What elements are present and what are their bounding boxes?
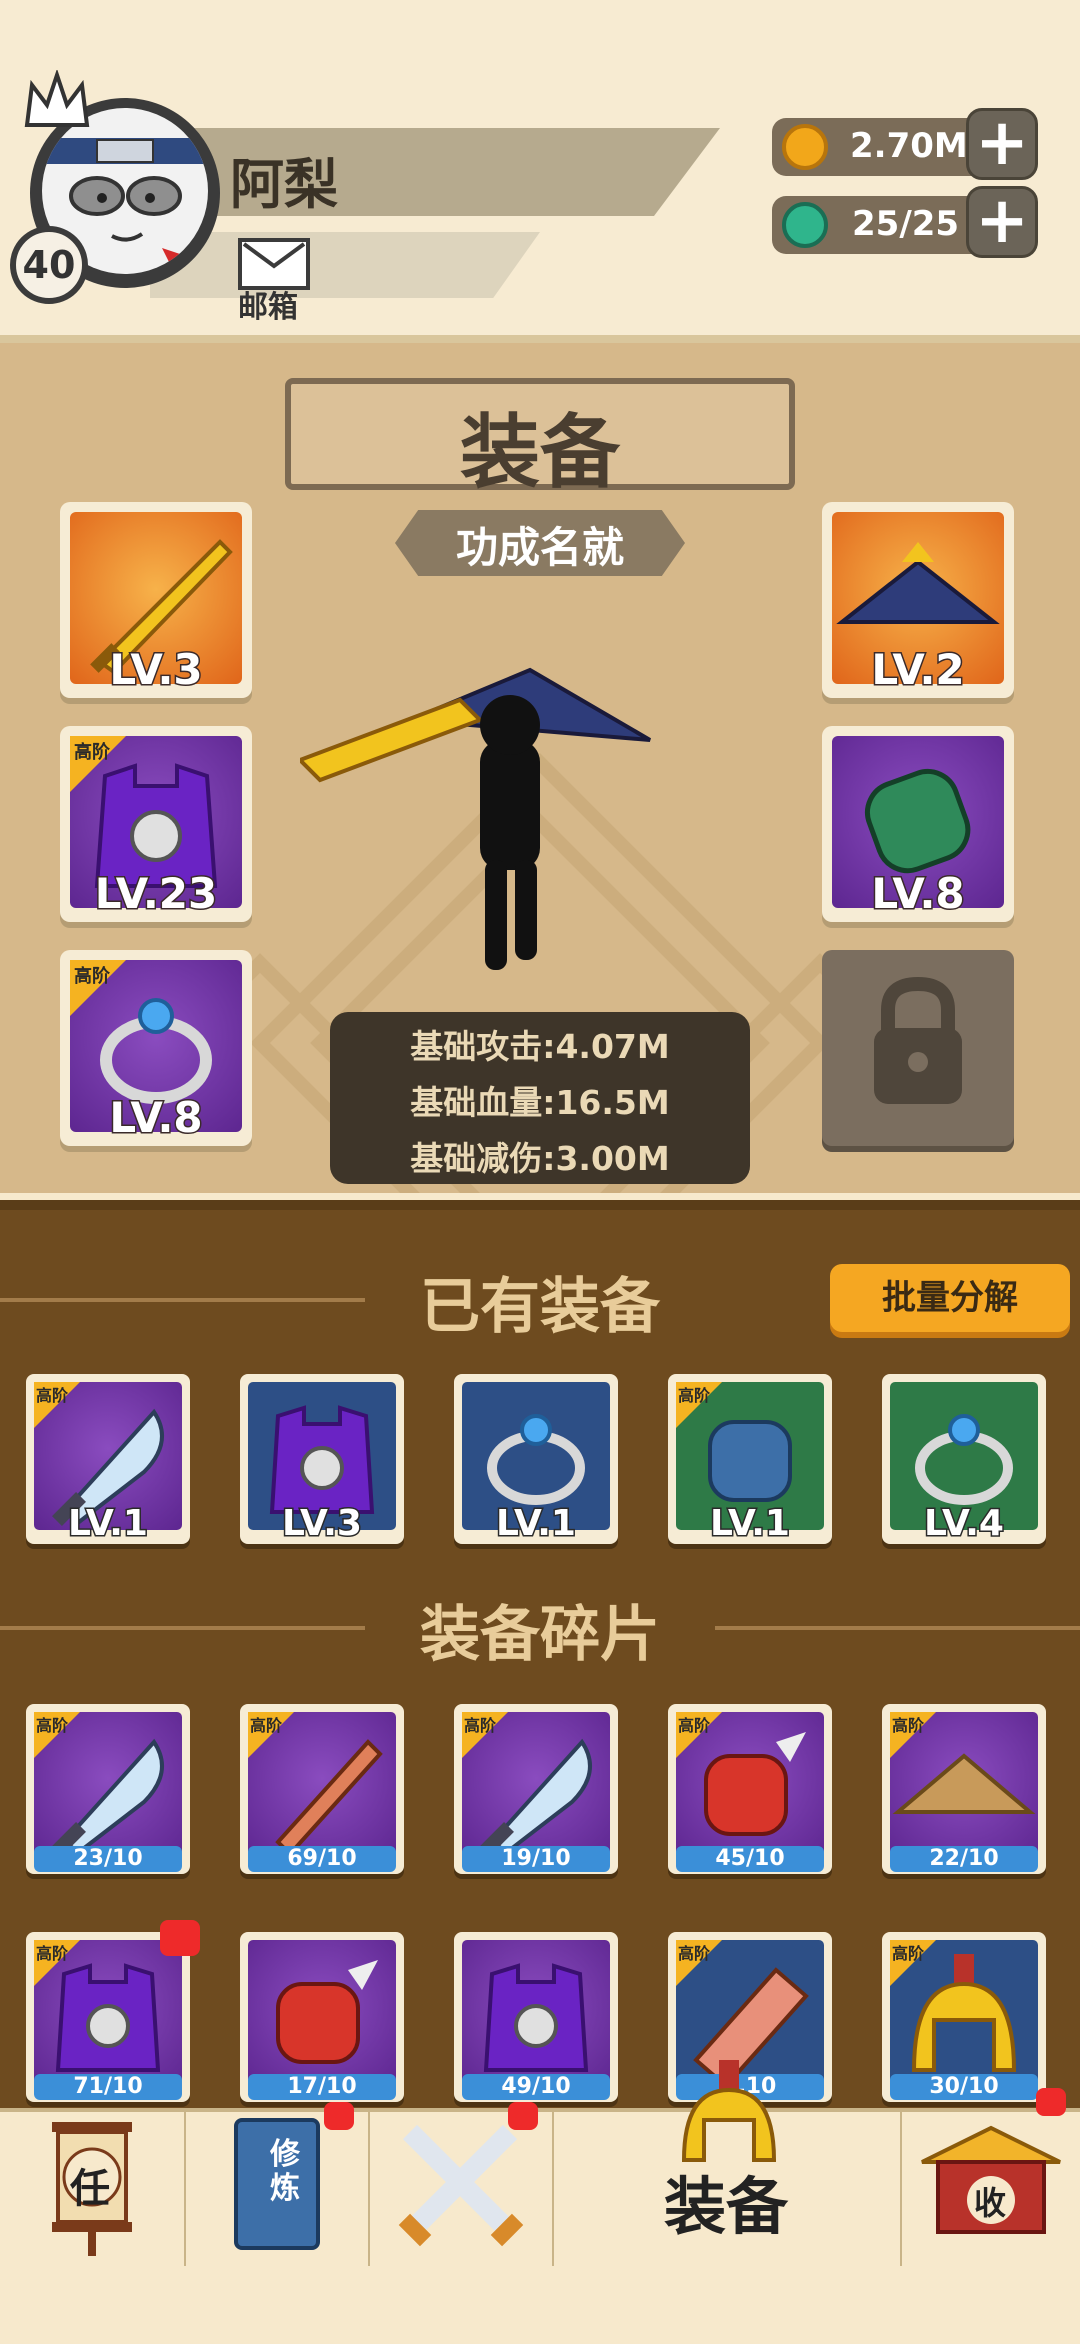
- add-gems-button[interactable]: +: [966, 186, 1038, 258]
- fragments-title: 装备碎片: [420, 1600, 660, 1670]
- fragment-item[interactable]: 高阶 45/10: [668, 1704, 832, 1874]
- fragment-count: 30/10: [890, 2074, 1038, 2100]
- lock-icon: [874, 976, 962, 1104]
- cultivate-glyph: 修炼: [270, 2137, 300, 2206]
- owned-item[interactable]: LV.3: [240, 1374, 404, 1546]
- fragment-item[interactable]: 高阶 19/10: [454, 1704, 618, 1874]
- item-level: LV.1: [709, 1502, 792, 1546]
- high-tier-label: 高阶: [74, 742, 110, 763]
- fragment-item[interactable]: 高阶 30/10: [882, 1932, 1046, 2102]
- page-title: 装备: [460, 406, 620, 499]
- bracer-slot[interactable]: LV.8: [822, 726, 1014, 922]
- mail-banner: [150, 232, 540, 298]
- hat-slot[interactable]: LV.2: [822, 502, 1014, 698]
- nav-equipment-label: 装备: [664, 2170, 789, 2243]
- high-tier-label: 高阶: [892, 1716, 925, 1735]
- ring-slot[interactable]: 高阶 LV.8: [60, 950, 252, 1146]
- player-name: 阿梨: [230, 153, 338, 216]
- slot-level: LV.23: [93, 868, 218, 920]
- high-tier-label: 高阶: [74, 966, 110, 987]
- fragment-count: 17/10: [248, 2074, 396, 2100]
- nav-tasks[interactable]: 任: [0, 2112, 186, 2266]
- item-level: LV.1: [67, 1502, 150, 1546]
- high-tier-label: 高阶: [464, 1716, 497, 1735]
- slot-level: LV.8: [108, 1092, 204, 1144]
- coin-icon: [782, 124, 828, 170]
- fragment-count: 69/10: [248, 1846, 396, 1872]
- high-tier-label: 高阶: [36, 1944, 69, 1963]
- owned-item[interactable]: 高阶 LV.1: [668, 1374, 832, 1546]
- weapon-slot[interactable]: LV.3: [60, 502, 252, 698]
- notification-badge: [508, 2102, 538, 2130]
- stat-attack: 基础攻击:4.07M: [410, 1027, 670, 1066]
- slot-level: LV.8: [870, 868, 966, 920]
- fragment-count: 49/10: [462, 2074, 610, 2100]
- player-level-badge: 40: [10, 226, 88, 304]
- high-tier-label: 高阶: [892, 1944, 925, 1963]
- owned-item[interactable]: LV.4: [882, 1374, 1046, 1546]
- owned-item[interactable]: LV.1: [454, 1374, 618, 1546]
- high-tier-label: 高阶: [36, 1716, 69, 1735]
- ninja-character: [300, 667, 652, 970]
- fragment-item[interactable]: 49/10: [454, 1932, 618, 2102]
- envelope-icon: [242, 242, 306, 269]
- nav-equipment[interactable]: 装备: [554, 2060, 902, 2266]
- notification-badge: [1036, 2088, 1066, 2116]
- notification-badge: [160, 1920, 200, 1956]
- item-background: [248, 1940, 396, 2088]
- fragment-count: 22/10: [890, 1846, 1038, 1872]
- armor-vest-icon: [483, 1963, 589, 2072]
- high-tier-label: 高阶: [678, 1716, 711, 1735]
- helmet-icon: [681, 2060, 777, 2162]
- gem-icon: [782, 202, 828, 248]
- item-level: LV.3: [281, 1502, 364, 1546]
- fragment-count: 23/10: [34, 1846, 182, 1872]
- fragment-item[interactable]: 高阶 22/10: [882, 1704, 1046, 1874]
- fragment-count: 71/10: [34, 2074, 182, 2100]
- fragment-item[interactable]: 高阶 71/10: [26, 1920, 200, 2102]
- tasks-glyph: 任: [70, 2166, 110, 2212]
- stat-health: 基础血量:16.5M: [410, 1083, 670, 1122]
- mail-label[interactable]: 邮箱: [238, 282, 298, 326]
- crossed-swords-icon: [398, 2124, 524, 2247]
- add-coins-button[interactable]: +: [966, 108, 1038, 180]
- high-tier-label: 高阶: [678, 1386, 711, 1405]
- fragment-item[interactable]: 高阶 69/10: [240, 1704, 404, 1874]
- slot-level: LV.3: [108, 644, 204, 696]
- fragment-count: 19/10: [462, 1846, 610, 1872]
- collect-glyph: 收: [974, 2184, 1007, 2222]
- nav-cultivate[interactable]: 修炼: [186, 2102, 370, 2266]
- item-level: LV.4: [923, 1502, 1006, 1546]
- nav-battle[interactable]: [370, 2102, 554, 2266]
- notification-badge: [324, 2102, 354, 2130]
- coin-amount: 2.70M: [850, 126, 968, 166]
- title-badge-text: 功成名就: [455, 523, 624, 572]
- high-tier-label: 高阶: [250, 1716, 283, 1735]
- owned-item[interactable]: 高阶 LV.1: [26, 1374, 190, 1546]
- high-tier-label: 高阶: [678, 1944, 711, 1963]
- armor-slot[interactable]: 高阶 LV.23: [60, 726, 252, 922]
- item-background: [462, 1940, 610, 2088]
- stat-damage-reduction: 基础减伤:3.00M: [410, 1139, 670, 1178]
- slot-level: LV.2: [870, 644, 966, 696]
- spiked-gauntlet-icon: [276, 1960, 378, 2064]
- fragment-item[interactable]: 17/10: [240, 1932, 404, 2102]
- crown-icon: [24, 70, 90, 127]
- fragment-count: 45/10: [676, 1846, 824, 1872]
- batch-dismantle-button[interactable]: 批量分解: [830, 1264, 1070, 1332]
- fragment-item[interactable]: 高阶 23/10: [26, 1704, 190, 1874]
- gem-amount: 25/25: [852, 204, 960, 244]
- item-level: LV.1: [495, 1502, 578, 1546]
- high-tier-label: 高阶: [36, 1386, 69, 1405]
- nav-collect[interactable]: 收: [902, 2088, 1080, 2266]
- locked-slot[interactable]: [822, 950, 1014, 1146]
